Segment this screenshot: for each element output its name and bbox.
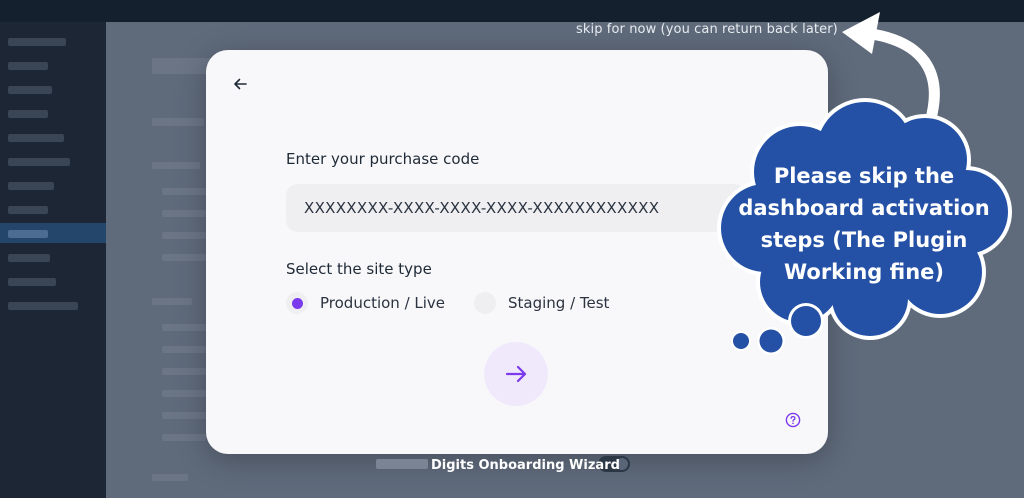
- help-button[interactable]: [784, 411, 802, 429]
- radio-production-label: Production / Live: [320, 294, 446, 312]
- ghost-logo: [152, 58, 212, 74]
- admin-sidebar: [0, 22, 106, 498]
- purchase-code-label: Enter your purchase code: [286, 150, 480, 168]
- arrow-right-icon: [505, 365, 527, 383]
- radio-staging-label: Staging / Test: [508, 294, 610, 312]
- arrow-left-icon: [234, 78, 247, 90]
- purchase-code-input[interactable]: [286, 184, 746, 232]
- ghost-line: [162, 210, 206, 217]
- ghost-line: [162, 390, 206, 397]
- sidebar-item: [8, 302, 78, 310]
- ghost-line: [162, 188, 206, 195]
- sidebar-item: [8, 278, 56, 286]
- site-type-label: Select the site type: [286, 260, 432, 278]
- callout-text: Please skip the dashboard activation ste…: [738, 164, 990, 284]
- sidebar-item: [8, 62, 48, 70]
- sidebar-item: [8, 134, 64, 142]
- ghost-line: [162, 368, 206, 375]
- sidebar-item: [8, 230, 48, 238]
- ghost-line: [152, 474, 188, 481]
- sidebar-item: [8, 38, 66, 46]
- footer-ghost-label: [376, 459, 428, 469]
- radio-unselected-icon: [474, 292, 496, 314]
- skip-link[interactable]: skip for now (you can return back later): [576, 22, 838, 37]
- ghost-line: [152, 162, 200, 169]
- back-button[interactable]: [226, 70, 254, 98]
- ghost-line: [152, 298, 192, 305]
- ghost-line: [152, 118, 204, 126]
- ghost-line: [162, 232, 206, 239]
- sidebar-item: [8, 158, 70, 166]
- ghost-line: [162, 254, 206, 261]
- wizard-title: Digits Onboarding Wizard: [431, 458, 620, 473]
- sidebar-item: [8, 254, 50, 262]
- ghost-line: [162, 346, 206, 353]
- sidebar-item: [8, 182, 54, 190]
- radio-staging[interactable]: Staging / Test: [474, 290, 609, 316]
- sidebar-item: [8, 86, 52, 94]
- help-icon: [785, 412, 801, 428]
- sidebar-item: [8, 110, 48, 118]
- admin-bar: [0, 0, 1024, 22]
- next-button[interactable]: [484, 342, 548, 406]
- ghost-line: [162, 324, 206, 331]
- ghost-line: [162, 434, 206, 441]
- ghost-line: [162, 412, 206, 419]
- sidebar-item: [8, 206, 48, 214]
- radio-production[interactable]: Production / Live: [286, 290, 445, 316]
- radio-selected-icon: [286, 292, 308, 314]
